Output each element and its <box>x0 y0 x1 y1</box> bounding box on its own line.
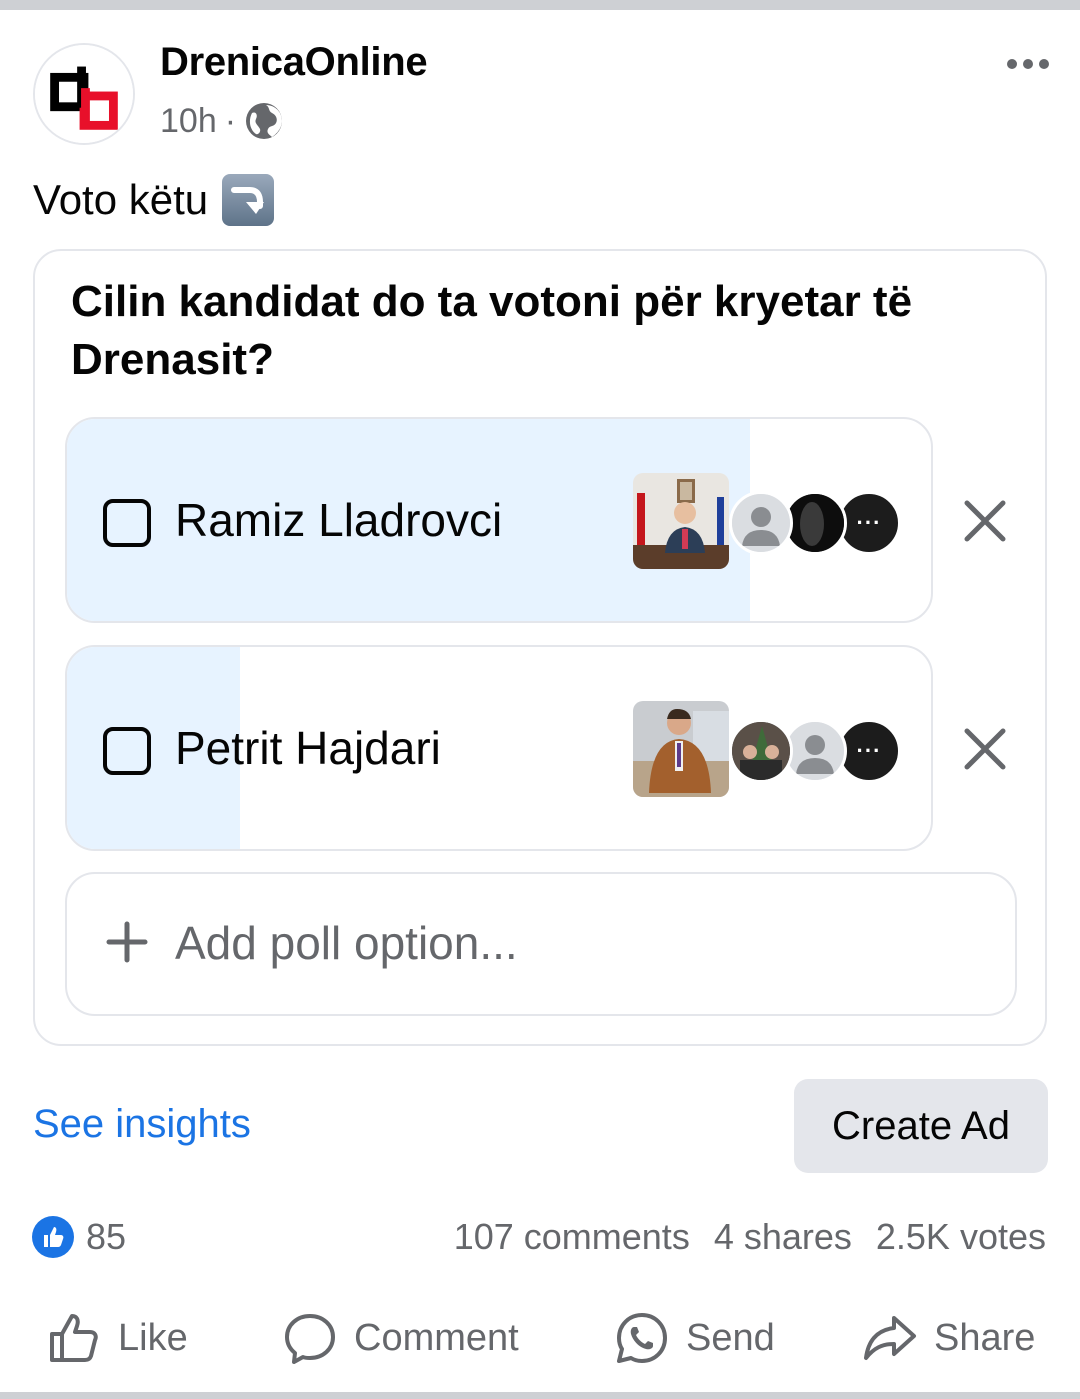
close-icon <box>964 500 1006 542</box>
whatsapp-icon <box>617 1313 667 1363</box>
globe-icon <box>246 103 283 139</box>
engagement-stats: 107 comments 4 shares 2.5K votes <box>454 1216 1046 1258</box>
bottom-divider <box>0 1392 1080 1399</box>
page-name[interactable]: DrenicaOnline <box>160 40 428 85</box>
like-count[interactable]: 85 <box>86 1216 126 1258</box>
poll-option-petrit-hajdari[interactable]: Petrit Hajdari ··· <box>65 645 933 851</box>
poll-card: Cilin kandidat do ta votoni për kryetar … <box>33 249 1047 1046</box>
option-label: Ramiz Lladrovci <box>175 494 503 546</box>
page-avatar[interactable] <box>33 43 135 145</box>
poll-option-ramiz-lladrovci[interactable]: Ramiz Lladrovci ··· <box>65 417 933 623</box>
send-button[interactable]: Send <box>614 1305 775 1371</box>
comment-icon <box>285 1314 335 1364</box>
remove-option-button[interactable] <box>953 489 1017 553</box>
option-label: Petrit Hajdari <box>175 722 441 774</box>
voter-avatar-default <box>729 491 793 555</box>
more-dots-icon <box>1007 59 1017 69</box>
post-caption: Voto këtu <box>33 176 209 223</box>
poll-question: Cilin kandidat do ta votoni për kryetar … <box>71 277 913 384</box>
post-meta: 10h · <box>160 100 284 142</box>
meta-separator: · <box>224 101 237 140</box>
remove-option-button[interactable] <box>953 717 1017 781</box>
right-arrow-curving-down-emoji <box>222 174 275 226</box>
drenica-logo <box>35 45 133 143</box>
more-options-button[interactable] <box>996 44 1060 84</box>
shares-count[interactable]: 4 shares <box>714 1216 852 1258</box>
candidate-photo <box>633 473 729 569</box>
share-label: Share <box>934 1316 1036 1359</box>
thumbs-up-icon <box>50 1314 98 1362</box>
like-reaction-icon[interactable] <box>32 1216 74 1258</box>
option-checkbox[interactable] <box>103 499 151 547</box>
post-text: Voto këtu <box>33 174 275 226</box>
add-poll-option-label: Add poll option... <box>175 917 518 969</box>
send-label: Send <box>686 1316 775 1359</box>
candidate-photo <box>633 701 729 797</box>
option-checkbox[interactable] <box>103 727 151 775</box>
plus-icon <box>106 921 148 963</box>
voter-avatars[interactable]: ··· <box>633 471 903 571</box>
like-button[interactable]: Like <box>46 1305 188 1371</box>
voter-avatars[interactable]: ··· <box>633 699 903 799</box>
share-button[interactable]: Share <box>862 1305 1035 1371</box>
see-insights-link[interactable]: See insights <box>33 1102 251 1147</box>
close-icon <box>964 728 1006 770</box>
top-divider <box>0 0 1080 10</box>
like-label: Like <box>118 1316 188 1359</box>
comment-button[interactable]: Comment <box>282 1305 519 1371</box>
comments-count[interactable]: 107 comments <box>454 1216 690 1258</box>
voter-avatar-group <box>729 719 793 783</box>
add-poll-option-button[interactable]: Add poll option... <box>65 872 1017 1016</box>
comment-label: Comment <box>354 1316 519 1359</box>
post-time[interactable]: 10h <box>160 102 217 141</box>
votes-count[interactable]: 2.5K votes <box>876 1216 1046 1258</box>
create-ad-button[interactable]: Create Ad <box>794 1079 1048 1173</box>
share-arrow-icon <box>864 1316 916 1360</box>
